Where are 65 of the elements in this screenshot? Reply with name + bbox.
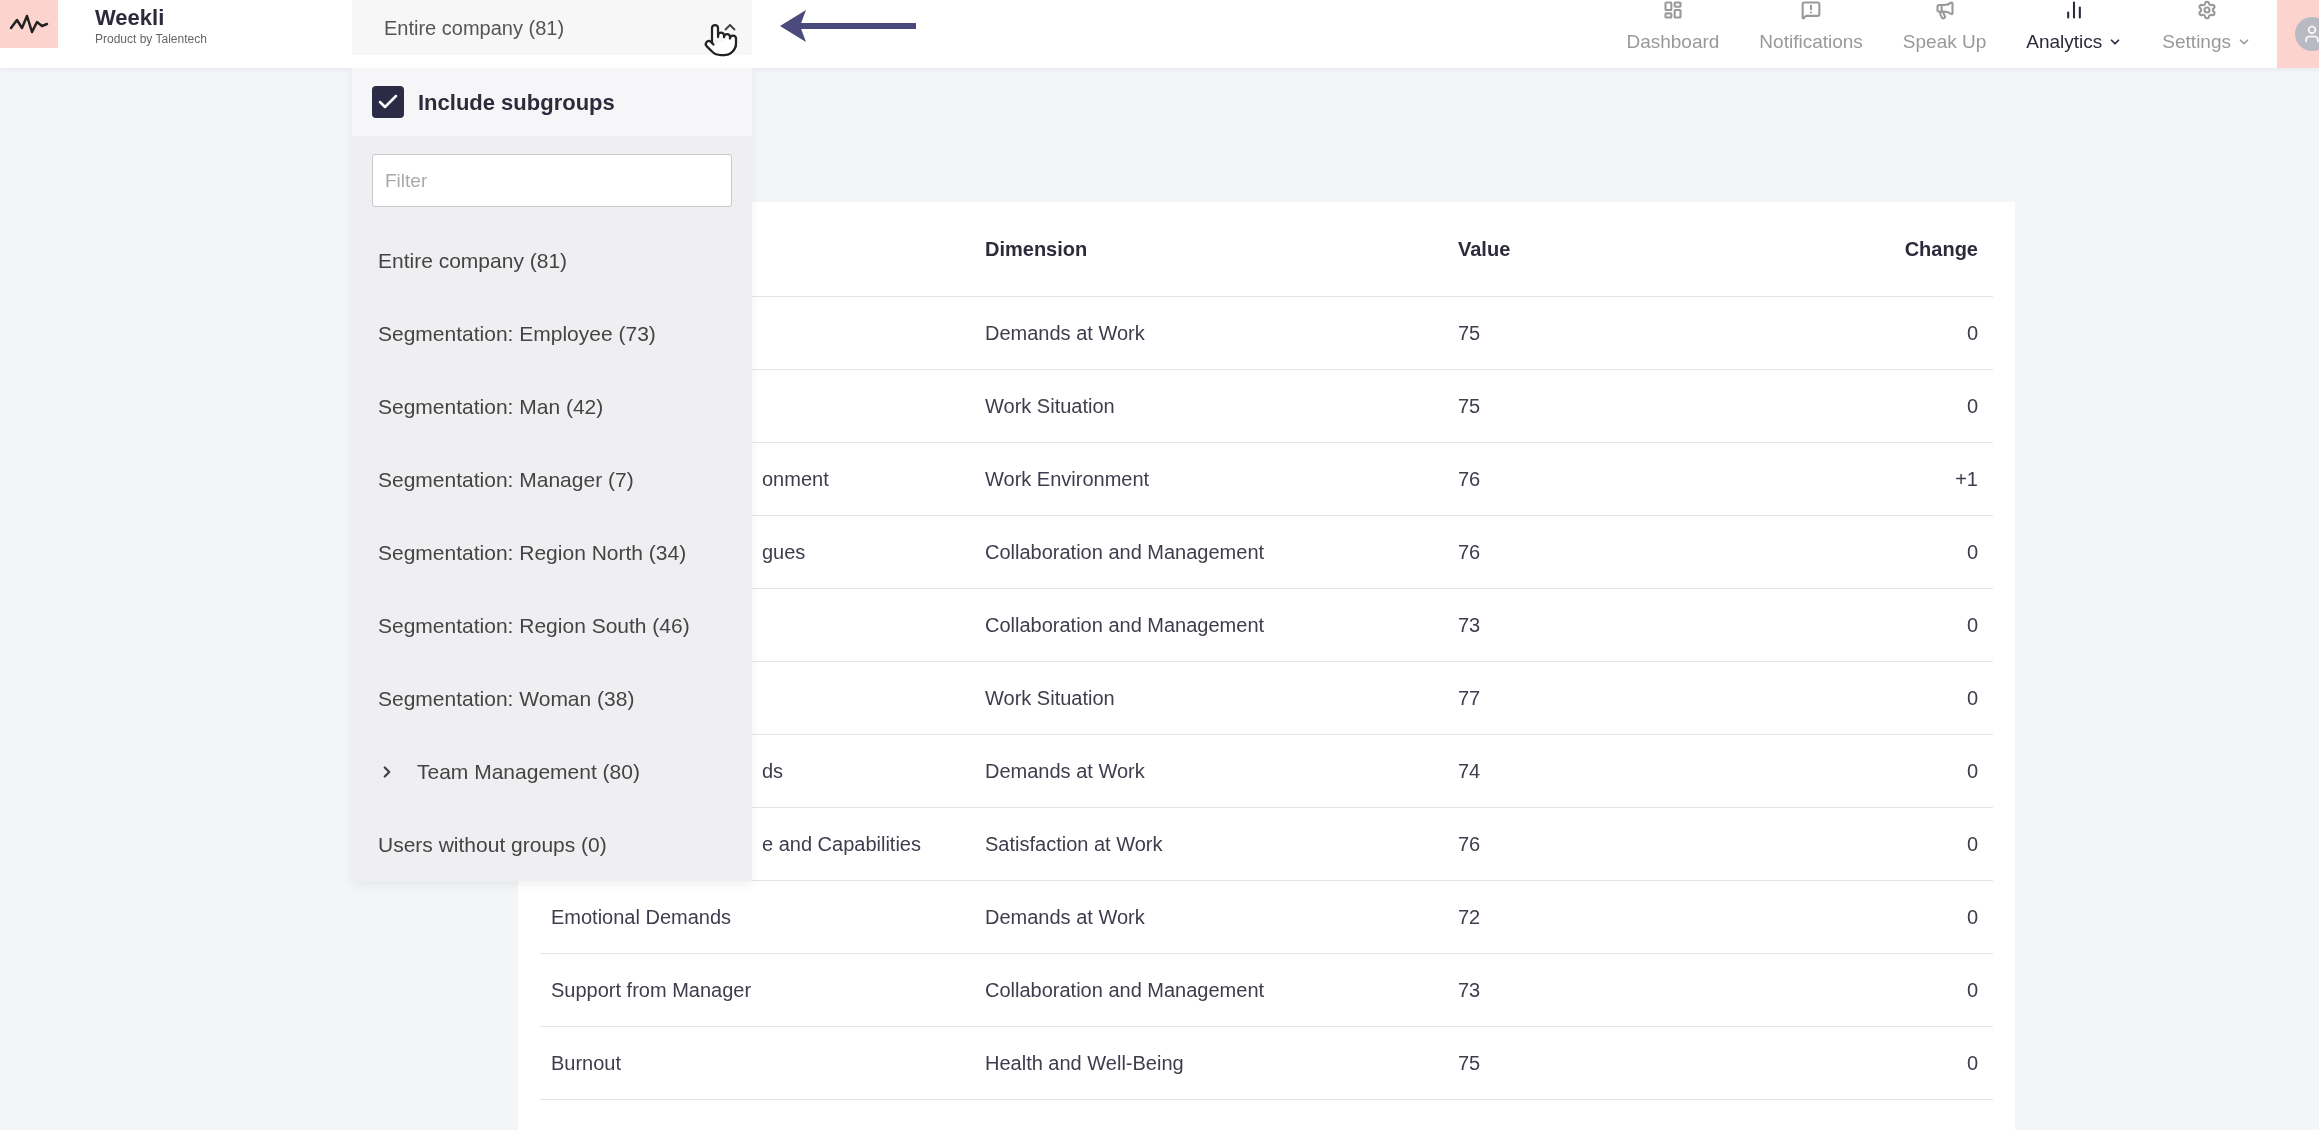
table-cell-text: 0 — [1966, 978, 1978, 1003]
table-cell-text: Demands at Work — [985, 905, 1145, 930]
table-cell: onment — [762, 468, 829, 490]
table-cell: e and Capabilities — [762, 833, 921, 855]
table-cell-text: 0 — [1966, 686, 1978, 711]
table-cell-text: Collaboration and Management — [985, 613, 1265, 638]
dropdown-item[interactable]: Segmentation: Man (42) — [352, 370, 752, 443]
app-name: Weekli — [95, 4, 166, 32]
table-cell-text: 0 — [1966, 540, 1978, 565]
table-cell-text: Satisfaction at Work — [985, 832, 1163, 857]
table-cell-text: 73 — [1458, 978, 1481, 1003]
table-cell: ds — [762, 760, 784, 782]
table-cell-text: 0 — [1966, 613, 1978, 638]
group-select[interactable]: Entire company (81) — [352, 0, 752, 55]
table-cell-text: 75 — [1458, 321, 1481, 346]
table-cell-text: 75 — [1458, 394, 1481, 419]
table-cell-text: 0 — [1966, 1051, 1978, 1076]
table-cell-text: Work Environment — [985, 467, 1150, 492]
table-cell: Support from Manager — [551, 979, 752, 1001]
table-cell-text: 75 — [1458, 1051, 1481, 1076]
dropdown-item[interactable]: Segmentation: Region South (46) — [352, 589, 752, 662]
dashboard-icon — [1662, 0, 1683, 20]
table-cell: Burnout — [551, 1052, 622, 1074]
table-cell-text: 0 — [1966, 905, 1978, 930]
table-cell-text: 72 — [1458, 905, 1481, 930]
checkbox-label: Include subgroups — [418, 88, 615, 117]
notifications-icon — [1801, 0, 1822, 20]
dropdown-item[interactable]: Segmentation: Region North (34) — [352, 516, 752, 589]
app-tagline: Product by Talentech — [95, 32, 208, 46]
column-header: Value — [1458, 237, 1511, 262]
table-cell-text: 0 — [1966, 321, 1978, 346]
table-cell-text: 76 — [1458, 832, 1481, 857]
table-cell-text: Work Situation — [985, 686, 1115, 711]
filter-field[interactable]: Filter — [372, 154, 732, 207]
table-cell: gues — [762, 541, 806, 563]
dropdown-item[interactable]: Segmentation: Woman (38) — [352, 662, 752, 735]
table-cell-text: Demands at Work — [985, 759, 1145, 784]
column-header: Dimension — [985, 237, 1088, 262]
table-cell-text: 0 — [1966, 759, 1978, 784]
dropdown-item[interactable]: Team Management (80) — [352, 735, 752, 808]
checkbox[interactable] — [372, 86, 404, 118]
dropdown-item[interactable]: Segmentation: Employee (73) — [352, 297, 752, 370]
nav-item[interactable]: Analytics — [2006, 0, 2143, 54]
hand-cursor-icon — [703, 22, 739, 58]
speakup-icon — [1934, 0, 1955, 20]
table-cell-text: Demands at Work — [985, 321, 1145, 346]
column-header: Change — [1904, 237, 1978, 262]
table-cell-text: Collaboration and Management — [985, 978, 1265, 1003]
table-cell-text: 73 — [1458, 613, 1481, 638]
table-cell-text: +1 — [1955, 467, 1978, 492]
settings-icon — [2196, 0, 2217, 20]
table-cell-text: Health and Well-Being — [985, 1051, 1184, 1076]
table-cell-text: Work Situation — [985, 394, 1115, 419]
table-cell-text: 77 — [1458, 686, 1481, 711]
table-cell-text: 76 — [1458, 540, 1481, 565]
logo-icon — [0, 0, 58, 48]
table-cell-text: 0 — [1966, 832, 1978, 857]
dropdown-item[interactable]: Segmentation: Manager (7) — [352, 443, 752, 516]
table-cell-text: 76 — [1458, 467, 1481, 492]
table-cell-text: Collaboration and Management — [985, 540, 1265, 565]
table-cell-text: 0 — [1966, 394, 1978, 419]
dropdown-item[interactable]: Entire company (81) — [352, 224, 752, 297]
table-cell: Emotional Demands — [551, 906, 732, 928]
table-cell-text: 74 — [1458, 759, 1481, 784]
dropdown-item[interactable]: Users without groups (0) — [352, 808, 752, 881]
